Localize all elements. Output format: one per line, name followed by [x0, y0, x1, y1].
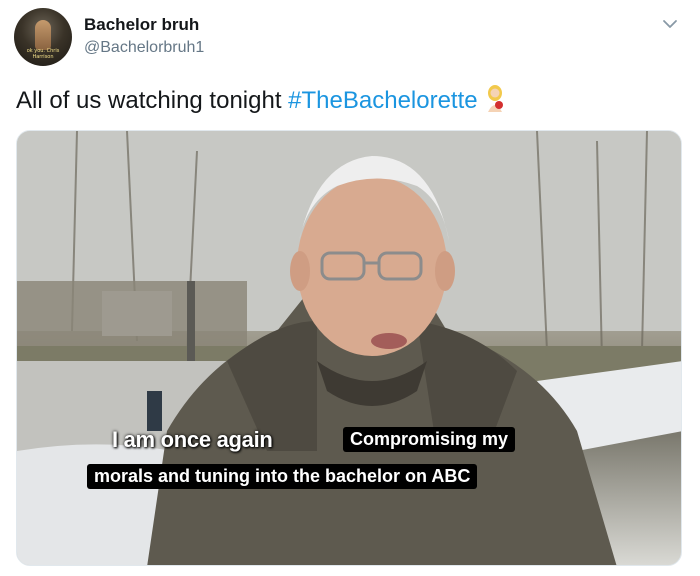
meme-illustration [17, 131, 681, 565]
meme-image[interactable]: I am once again Compromising my morals a… [16, 130, 682, 566]
hashtag-link[interactable]: #TheBachelorette [288, 87, 477, 114]
bachelorette-rose-emoji [484, 84, 506, 119]
meme-caption-part1: I am once again [112, 427, 273, 452]
avatar-caption: ok you. Chris Harrison [26, 48, 60, 60]
meme-caption-part2: Compromising my [343, 427, 516, 452]
meme-caption-part3: morals and tuning into the bachelor on A… [87, 464, 478, 489]
display-name[interactable]: Bachelor bruh [84, 15, 199, 35]
tweet-header: ok you. Chris Harrison Bachelor bruh @Ba… [14, 8, 686, 66]
tweet-text: All of us watching tonight #TheBachelore… [16, 84, 506, 119]
tweet-text-body: All of us watching tonight [16, 86, 289, 114]
avatar-figure [35, 20, 51, 50]
user-handle[interactable]: @Bachelorbruh1 [84, 39, 204, 57]
avatar[interactable]: ok you. Chris Harrison [14, 8, 72, 66]
chevron-down-icon[interactable] [660, 14, 680, 34]
